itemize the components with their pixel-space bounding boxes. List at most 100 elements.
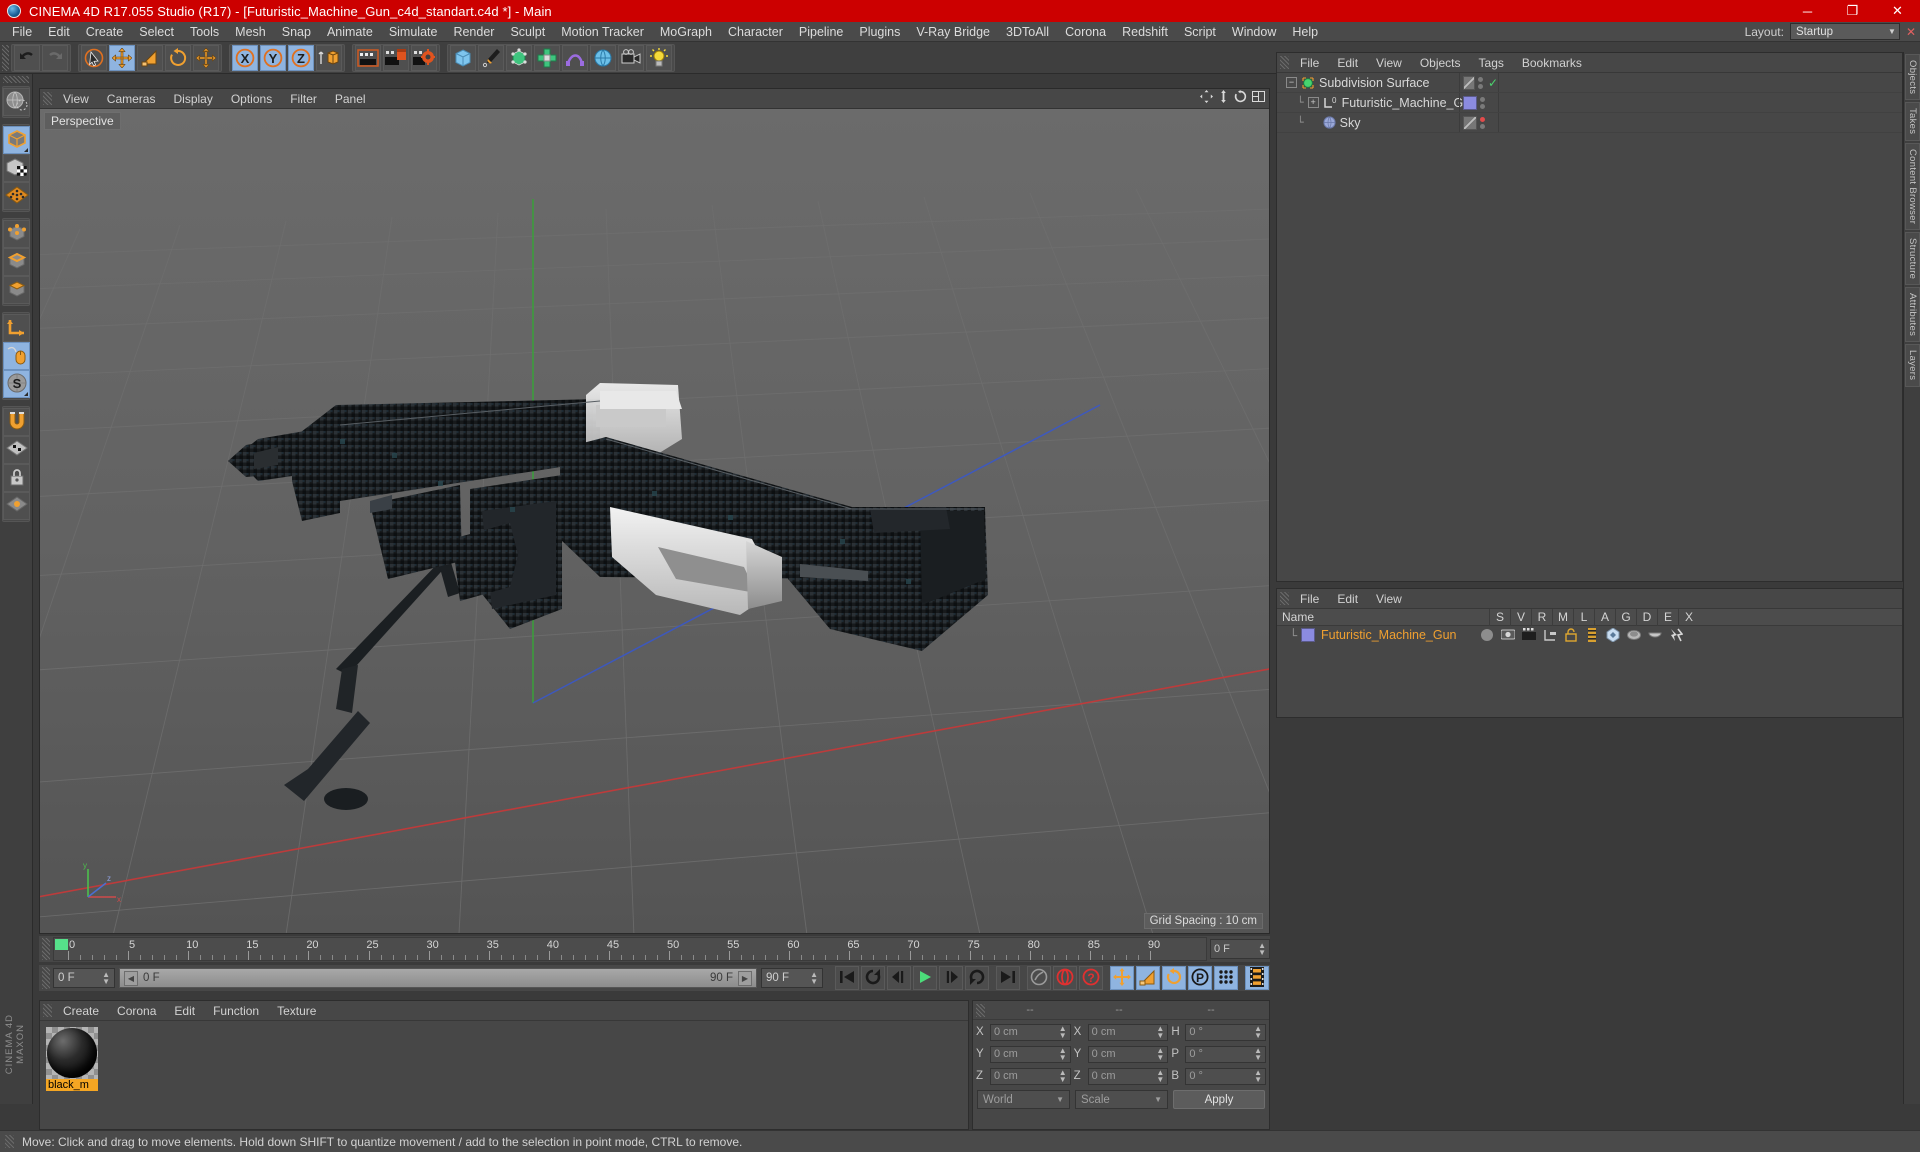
object-color-swatch[interactable]	[1463, 96, 1477, 110]
menu-sculpt[interactable]: Sculpt	[502, 22, 553, 42]
column-header-v[interactable]: V	[1510, 609, 1531, 626]
column-header-g[interactable]: G	[1615, 609, 1636, 626]
current-frame-field[interactable]: 0 F ▲▼	[53, 968, 115, 988]
attribute-menu-edit[interactable]: Edit	[1328, 592, 1367, 606]
point-level-anim-button[interactable]	[1214, 966, 1238, 990]
material-menu-function[interactable]: Function	[204, 1004, 268, 1018]
enabled-check-icon[interactable]: ✓	[1488, 76, 1498, 90]
play-forward-button[interactable]	[913, 966, 937, 990]
playbar-grip[interactable]	[42, 967, 50, 989]
viewport-menu-grip[interactable]	[43, 92, 52, 105]
viewport-menu-display[interactable]: Display	[164, 92, 221, 106]
position-z-input[interactable]: 0 cm▲▼	[990, 1068, 1071, 1085]
lock-z-axis[interactable]: Z	[288, 45, 314, 71]
close-layout-icon[interactable]: ✕	[1906, 25, 1916, 39]
object-tag-cell[interactable]	[1459, 113, 1499, 132]
attribute-manager-grip[interactable]	[1280, 592, 1289, 605]
slider-left-handle[interactable]: ◀	[124, 971, 138, 986]
position-y-input[interactable]: 0 cm▲▼	[990, 1046, 1071, 1063]
palette-grip[interactable]	[3, 76, 29, 83]
column-header-d[interactable]: D	[1636, 609, 1657, 626]
column-header-name[interactable]: Name	[1277, 610, 1489, 624]
render-tag-icon[interactable]	[1522, 628, 1536, 642]
stepper-icon[interactable]: ▲▼	[1059, 1069, 1067, 1083]
coordinates-grip[interactable]	[976, 1004, 985, 1017]
object-row[interactable]: └+0Futuristic_Machine_Gun	[1277, 93, 1902, 113]
vibrate-tag-icon[interactable]	[1627, 628, 1641, 642]
workplane-button[interactable]	[3, 436, 30, 464]
viewport-menu-filter[interactable]: Filter	[281, 92, 326, 106]
maximize-button[interactable]: ❐	[1830, 0, 1875, 22]
visibility-dots[interactable]	[1480, 117, 1485, 129]
stepper-icon[interactable]: ▲▼	[1258, 942, 1266, 956]
toolbar-grip[interactable]	[2, 45, 9, 71]
undo-button[interactable]	[14, 45, 40, 71]
expander-toggle[interactable]: +	[1308, 97, 1319, 108]
current-frame-marker[interactable]	[55, 939, 68, 950]
workplane-modes-button[interactable]	[3, 492, 30, 520]
stepper-icon[interactable]: ▲▼	[1254, 1069, 1262, 1083]
material-list[interactable]: black_m	[40, 1021, 968, 1097]
stepper-icon[interactable]: ▲▼	[1254, 1047, 1262, 1061]
position-key-button[interactable]	[1110, 966, 1134, 990]
editor-visibility-dot[interactable]	[1480, 97, 1485, 102]
add-camera-button[interactable]	[618, 45, 644, 71]
viewport-solo-button[interactable]	[3, 342, 30, 370]
object-menu-tags[interactable]: Tags	[1470, 56, 1513, 70]
menu-create[interactable]: Create	[78, 22, 132, 42]
object-manager-grip[interactable]	[1280, 56, 1289, 69]
column-header-r[interactable]: R	[1531, 609, 1552, 626]
table-row[interactable]: └ Futuristic_Machine_Gun	[1277, 626, 1902, 644]
slider-right-handle[interactable]: ▶	[738, 971, 752, 986]
menu-file[interactable]: File	[4, 22, 40, 42]
phong-tag-icon[interactable]	[1480, 628, 1494, 642]
menu-character[interactable]: Character	[720, 22, 791, 42]
add-cube-button[interactable]	[450, 45, 476, 71]
previous-frame-button[interactable]	[887, 966, 911, 990]
size-z-input[interactable]: 0 cm▲▼	[1088, 1068, 1169, 1085]
render-visibility-dot[interactable]	[1480, 124, 1485, 129]
layout-dropdown[interactable]: Startup ▼	[1790, 23, 1900, 40]
world-object-coord[interactable]	[316, 45, 342, 71]
compositing-tag-icon[interactable]	[1543, 628, 1557, 642]
magnet-tool-button[interactable]	[3, 408, 30, 436]
attribute-menu-file[interactable]: File	[1291, 592, 1328, 606]
tab-takes[interactable]: Takes	[1905, 102, 1920, 140]
stepper-icon[interactable]: ▲▼	[1059, 1047, 1067, 1061]
add-environment-button[interactable]	[590, 45, 616, 71]
render-visibility-dot[interactable]	[1478, 84, 1483, 89]
object-menu-bookmarks[interactable]: Bookmarks	[1513, 56, 1591, 70]
timeline-button[interactable]	[1245, 966, 1269, 990]
menu-help[interactable]: Help	[1284, 22, 1326, 42]
texture-mode-button[interactable]	[3, 154, 30, 182]
render-view-button[interactable]	[355, 45, 381, 71]
stepper-icon[interactable]: ▲▼	[1254, 1025, 1262, 1039]
menu-motion-tracker[interactable]: Motion Tracker	[553, 22, 652, 42]
minimize-button[interactable]: ─	[1785, 0, 1830, 22]
object-menu-objects[interactable]: Objects	[1411, 56, 1470, 70]
menu-script[interactable]: Script	[1176, 22, 1224, 42]
time-slider[interactable]: ◀ 0 F 90 F ▶	[119, 968, 757, 988]
object-name[interactable]: Subdivision Surface	[1319, 76, 1429, 90]
rotate-tool[interactable]	[165, 45, 191, 71]
viewport-menu-options[interactable]: Options	[222, 92, 281, 106]
polygon-grid-button[interactable]	[3, 182, 30, 210]
column-header-s[interactable]: S	[1489, 609, 1510, 626]
object-color-swatch[interactable]	[1463, 116, 1477, 130]
add-spline-button[interactable]	[478, 45, 504, 71]
stepper-icon[interactable]: ▲▼	[1156, 1047, 1164, 1061]
xpresso-tag-icon[interactable]	[1606, 628, 1620, 642]
viewport-layout-icon[interactable]	[1252, 90, 1265, 103]
tab-content-browser[interactable]: Content Browser	[1905, 143, 1920, 230]
autokeying-button[interactable]	[1053, 966, 1077, 990]
editor-visibility-dot[interactable]	[1480, 117, 1485, 122]
menu-v-ray-bridge[interactable]: V-Ray Bridge	[908, 22, 998, 42]
menu-select[interactable]: Select	[131, 22, 182, 42]
lock-workplane-button[interactable]	[3, 464, 30, 492]
max-frame-field[interactable]: 90 F ▲▼	[761, 968, 823, 988]
rotation-h-input[interactable]: 0 °▲▼	[1185, 1024, 1266, 1041]
menu-mesh[interactable]: Mesh	[227, 22, 274, 42]
position-x-input[interactable]: 0 cm▲▼	[990, 1024, 1071, 1041]
object-menu-view[interactable]: View	[1367, 56, 1411, 70]
snap-settings-button[interactable]: S	[3, 370, 30, 398]
